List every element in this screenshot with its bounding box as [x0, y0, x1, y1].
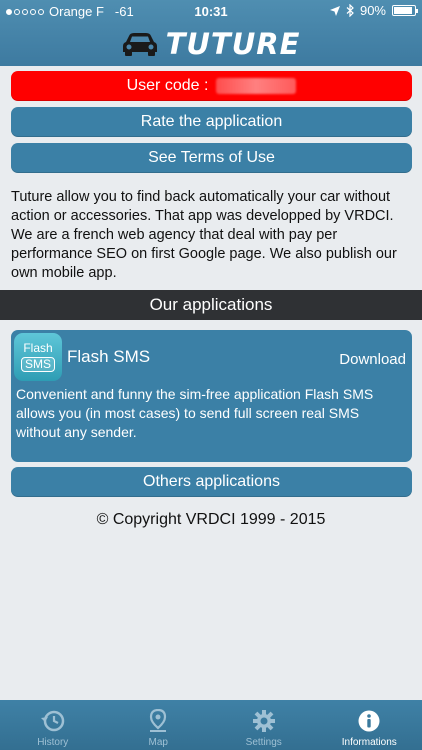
app-icon-line2: SMS — [20, 357, 55, 372]
battery-icon — [392, 5, 418, 16]
info-icon — [358, 710, 380, 732]
copyright-text: © Copyright VRDCI 1999 - 2015 — [96, 511, 326, 528]
section-header: Our applications — [0, 290, 422, 320]
section-title: Our applications — [149, 295, 273, 314]
tab-bar: History Map Settings Informations — [0, 700, 422, 750]
app-title: TUTURE — [165, 27, 301, 61]
user-code-button[interactable]: User code : — [11, 71, 412, 101]
app-card-flash-sms[interactable]: Flash SMS Flash SMS Download Convenient … — [11, 330, 412, 462]
user-code-value-redacted — [216, 78, 297, 94]
bluetooth-icon — [346, 4, 354, 17]
tab-history[interactable]: History — [0, 700, 106, 750]
others-label: Others applications — [143, 473, 280, 490]
rate-label: Rate the application — [140, 113, 283, 130]
terms-of-use-button[interactable]: See Terms of Use — [11, 143, 412, 173]
download-link[interactable]: Download — [339, 351, 406, 368]
app-description: Convenient and funny the sim-free applic… — [16, 386, 374, 440]
tab-informations[interactable]: Informations — [317, 700, 422, 750]
status-bar: Orange F -61 10:31 90% — [0, 0, 422, 22]
tab-informations-label: Informations — [341, 737, 397, 748]
tab-map[interactable]: Map — [106, 700, 212, 750]
rate-application-button[interactable]: Rate the application — [11, 107, 412, 137]
history-icon — [40, 710, 64, 732]
app-icon-line1: Flash — [23, 341, 53, 355]
user-code-label: User code : — [126, 77, 209, 94]
about-text: Tuture allow you to find back automatica… — [11, 189, 397, 281]
gear-icon — [252, 710, 275, 732]
map-pin-icon — [150, 709, 167, 732]
tab-settings-label: Settings — [245, 737, 282, 748]
app-brand: TUTURE — [0, 24, 422, 64]
tab-history-label: History — [37, 737, 69, 748]
flash-sms-app-icon: Flash SMS — [14, 333, 62, 381]
other-applications-button[interactable]: Others applications — [11, 467, 412, 497]
app-name: Flash SMS — [67, 347, 151, 366]
location-arrow-icon — [329, 5, 340, 16]
car-icon — [122, 33, 157, 56]
battery-percent: 90% — [359, 3, 386, 18]
tab-map-label: Map — [148, 737, 168, 748]
tab-settings[interactable]: Settings — [211, 700, 317, 750]
terms-label: See Terms of Use — [148, 149, 275, 166]
header-bar: Orange F -61 10:31 90% TUTURE — [0, 0, 422, 66]
